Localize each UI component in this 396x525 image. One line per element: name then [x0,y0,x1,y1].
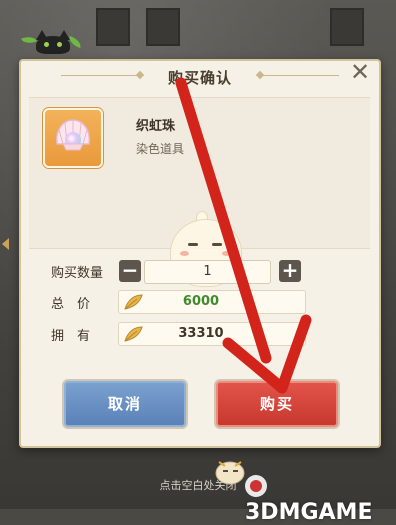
arrow-head-right [276,314,312,394]
mascot-icon [215,461,245,485]
watermark-logo-icon [245,475,267,497]
red-arrow-annotation [175,77,312,394]
arrow-head-left [222,337,288,394]
arrow-shaft [175,77,272,364]
watermark-text: 3DMGAME [245,500,373,525]
watermark: 3DMGAME [245,475,396,525]
